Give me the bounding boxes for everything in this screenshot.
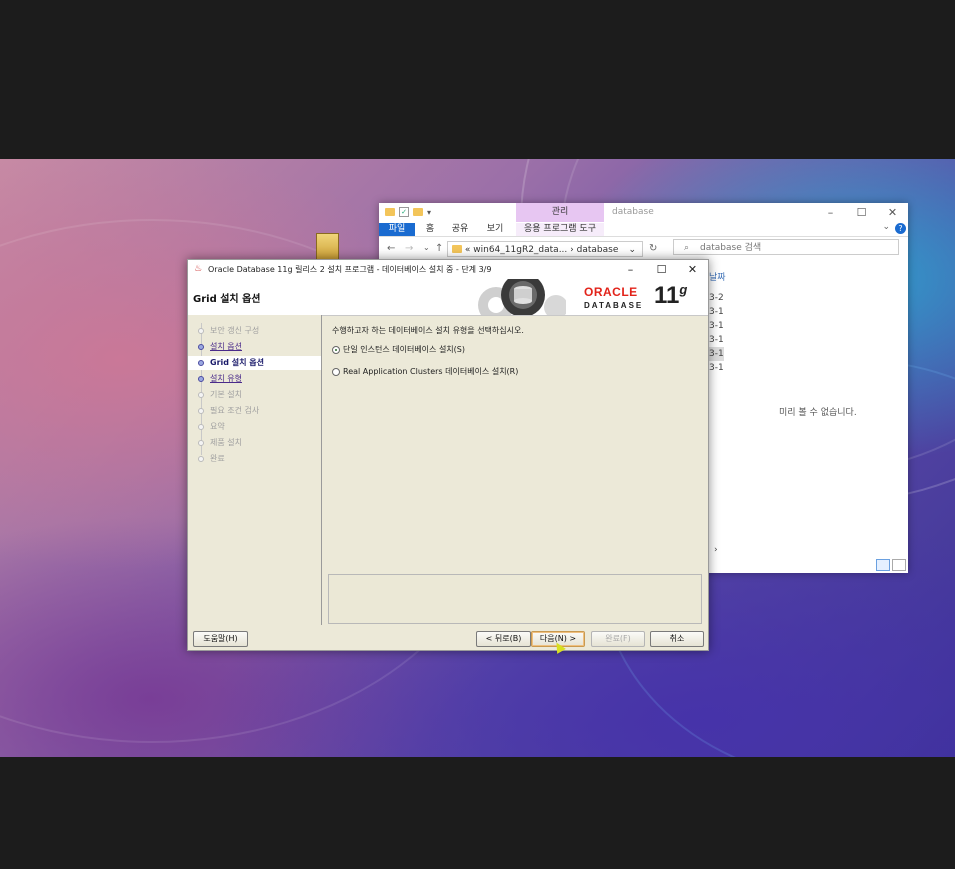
minimize-icon[interactable]: – (615, 260, 646, 279)
step-prereq-checks: 필요 조건 검사 (188, 404, 321, 418)
oracle-version-logo: 11g (654, 282, 688, 309)
up-arrow-icon[interactable]: ↑ (435, 243, 443, 254)
step-security-updates: 보안 갱신 구성 (188, 324, 321, 338)
list-item[interactable]: 3-1 (709, 333, 724, 347)
tab-home[interactable]: 홈 (419, 223, 441, 236)
properties-icon[interactable]: ✓ (399, 207, 409, 217)
list-item[interactable]: 3-1 (709, 361, 724, 375)
forward-arrow-icon[interactable]: → (405, 243, 413, 254)
address-segment-current[interactable]: database (577, 245, 619, 255)
option-rac[interactable]: Real Application Clusters 데이터베이스 설치(R) (332, 366, 518, 377)
search-icon: ⌕ (684, 243, 690, 253)
step-grid-options[interactable]: Grid 설치 옵션 (188, 356, 321, 370)
message-area (328, 574, 702, 624)
new-folder-icon[interactable] (413, 208, 423, 216)
finish-button[interactable]: 완료(F) (591, 631, 645, 647)
address-dropdown-icon[interactable]: ⌄ (628, 242, 636, 258)
oracle-installer-window: ♨ Oracle Database 11g 릴리스 2 설치 프로그램 - 데이… (187, 259, 709, 651)
column-header-date[interactable]: 날짜 (709, 270, 726, 283)
recent-locations-icon[interactable]: ⌄ (423, 243, 430, 252)
option-single-instance[interactable]: 단일 인스턴스 데이터베이스 설치(S) (332, 344, 465, 355)
customize-toolbar-icon[interactable]: ▾ (427, 208, 431, 217)
cancel-button[interactable]: 취소 (650, 631, 704, 647)
ribbon-tabs: 파일 홈 공유 보기 응용 프로그램 도구 ⌄ ? (379, 222, 908, 237)
large-icons-view-icon[interactable] (892, 559, 906, 571)
file-list: 3-2 3-1 3-1 3-1 3-1 3-1 (709, 291, 724, 375)
step-typical-install: 기본 설치 (188, 388, 321, 402)
step-summary: 요약 (188, 420, 321, 434)
installer-title: Oracle Database 11g 릴리스 2 설치 프로그램 - 데이터베… (208, 265, 492, 274)
address-prefix[interactable]: « (465, 245, 471, 255)
java-icon: ♨ (194, 264, 203, 274)
back-button[interactable]: < 뒤로(B) (476, 631, 531, 647)
maximize-icon[interactable]: ☐ (846, 203, 877, 222)
options-panel: 수행하고자 하는 데이터베이스 설치 유형을 선택하십시오. 단일 인스턴스 데… (322, 315, 708, 625)
gears-graphic (478, 279, 566, 315)
oracle-logo: ORACLE (584, 285, 638, 299)
installer-titlebar: ♨ Oracle Database 11g 릴리스 2 설치 프로그램 - 데이… (188, 260, 708, 279)
help-button[interactable]: 도움말(H) (193, 631, 248, 647)
close-icon[interactable]: ✕ (877, 203, 908, 222)
maximize-icon[interactable]: ☐ (646, 260, 677, 279)
oracle-database-label: DATABASE (584, 301, 644, 310)
address-segment-parent[interactable]: win64_11gR2_data... (473, 245, 567, 255)
explorer-title: database (612, 207, 654, 217)
tab-application-tools[interactable]: 응용 프로그램 도구 (516, 223, 604, 236)
option-label[interactable]: 단일 인스턴스 데이터베이스 설치(S) (343, 344, 465, 355)
list-item[interactable]: 3-1 (709, 319, 724, 333)
instruction-text: 수행하고자 하는 데이터베이스 설치 유형을 선택하십시오. (332, 326, 524, 335)
manage-context-tab[interactable]: 관리 (516, 203, 604, 222)
radio-rac[interactable] (332, 367, 340, 376)
radio-single-instance[interactable] (332, 345, 340, 354)
folder-icon (385, 208, 395, 216)
step-finish: 완료 (188, 452, 321, 466)
list-item[interactable]: 3-2 (709, 291, 724, 305)
step-install-type[interactable]: 설치 유형 (188, 372, 321, 386)
option-label[interactable]: Real Application Clusters 데이터베이스 설치(R) (343, 366, 518, 377)
address-bar[interactable]: « win64_11gR2_data... › database ⌄ (447, 241, 643, 257)
list-item-selected[interactable]: 3-1 (709, 347, 724, 361)
step-navigation: 보안 갱신 구성 설치 옵션 Grid 설치 옵션 설치 유형 기본 설치 필요… (188, 315, 322, 625)
tab-file[interactable]: 파일 (379, 223, 415, 236)
explorer-titlebar: ✓ ▾ 관리 database – ☐ ✕ (379, 203, 908, 222)
close-icon[interactable]: ✕ (677, 260, 708, 279)
back-arrow-icon[interactable]: ← (387, 243, 395, 254)
step-install-product: 제품 설치 (188, 436, 321, 450)
details-view-icon[interactable] (876, 559, 890, 571)
installer-body: 보안 갱신 구성 설치 옵션 Grid 설치 옵션 설치 유형 기본 설치 필요… (188, 315, 708, 625)
button-bar: 도움말(H) < 뒤로(B) 다음(N) > 완료(F) 취소 (188, 625, 708, 650)
quick-access-toolbar: ✓ ▾ (385, 207, 431, 217)
search-placeholder: database 검색 (700, 243, 762, 253)
address-separator: › (570, 245, 574, 255)
search-input[interactable]: ⌕ database 검색 (673, 239, 899, 255)
scroll-right-icon[interactable]: › (714, 545, 718, 555)
list-item[interactable]: 3-1 (709, 305, 724, 319)
minimize-icon[interactable]: – (815, 203, 846, 222)
page-title: Grid 설치 옵션 (193, 294, 261, 305)
step-install-options[interactable]: 설치 옵션 (188, 340, 321, 354)
refresh-icon[interactable]: ↻ (649, 243, 657, 254)
address-folder-icon (452, 245, 462, 253)
tab-view[interactable]: 보기 (481, 223, 509, 236)
preview-message: 미리 볼 수 없습니다. (779, 408, 857, 418)
expand-ribbon-icon[interactable]: ⌄ (882, 222, 890, 232)
tab-share[interactable]: 공유 (447, 223, 473, 236)
installer-banner: Grid 설치 옵션 ORACLE DATABASE 11g (188, 279, 708, 316)
help-icon[interactable]: ? (895, 223, 906, 234)
navigation-bar: ← → ⌄ ↑ « win64_11gR2_data... › database… (379, 237, 908, 261)
